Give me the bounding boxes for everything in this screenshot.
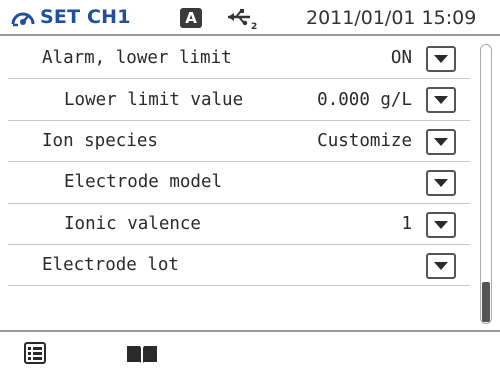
dropdown-button[interactable] bbox=[426, 211, 456, 238]
chevron-down-icon bbox=[434, 96, 448, 105]
setting-label: Lower limit value bbox=[64, 89, 244, 110]
setting-row-lower-limit-value[interactable]: Lower limit value 0.000 g/L bbox=[8, 79, 470, 121]
setting-label: Alarm, lower limit bbox=[42, 48, 232, 69]
manual-book-icon[interactable] bbox=[126, 344, 158, 364]
setting-label: Ionic valence bbox=[64, 213, 201, 234]
setting-value: ON bbox=[390, 48, 412, 69]
setting-row-electrode-model[interactable]: Electrode model bbox=[8, 162, 470, 204]
setting-label: Electrode model bbox=[64, 172, 223, 193]
dropdown-button[interactable] bbox=[426, 170, 456, 197]
datetime-display: 2011/01/01 15:09 bbox=[306, 7, 477, 29]
chevron-down-icon bbox=[434, 137, 448, 146]
setting-row-alarm-lower-limit[interactable]: Alarm, lower limit ON bbox=[8, 38, 470, 80]
setting-row-ionic-valence[interactable]: Ionic valence 1 bbox=[8, 204, 470, 245]
setting-value: 1 bbox=[401, 213, 412, 234]
setting-label: Ion species bbox=[42, 130, 158, 151]
status-badge: A bbox=[180, 8, 202, 28]
chevron-down-icon bbox=[434, 179, 448, 188]
usb-icon: 2 bbox=[228, 9, 257, 30]
setting-row-electrode-lot[interactable]: Electrode lot bbox=[8, 245, 470, 287]
setting-value: 0.000 g/L bbox=[317, 89, 412, 110]
scrollbar[interactable] bbox=[480, 44, 492, 324]
setting-row-ion-species[interactable]: Ion species Customize bbox=[8, 121, 470, 163]
settings-list: Alarm, lower limit ON Lower limit value … bbox=[8, 38, 470, 328]
svg-text:2: 2 bbox=[251, 22, 257, 30]
dropdown-button[interactable] bbox=[426, 46, 456, 72]
setting-label: Electrode lot bbox=[42, 255, 179, 276]
chevron-down-icon bbox=[434, 55, 448, 63]
setting-value: Customize bbox=[317, 130, 412, 151]
chevron-down-icon bbox=[434, 220, 448, 229]
scrollbar-thumb[interactable] bbox=[482, 282, 490, 322]
menu-list-icon[interactable] bbox=[24, 342, 46, 364]
dropdown-button[interactable] bbox=[426, 252, 456, 279]
settings-screen: SET CH1 A 2 2011/01/01 15:09 Alarm, lowe… bbox=[0, 0, 500, 372]
chevron-down-icon bbox=[434, 261, 448, 270]
header-bar: SET CH1 A 2 2011/01/01 15:09 bbox=[0, 0, 500, 36]
dropdown-button[interactable] bbox=[426, 128, 456, 155]
channel-dial-icon bbox=[11, 12, 35, 27]
footer-bar bbox=[0, 330, 500, 372]
dropdown-button[interactable] bbox=[426, 87, 456, 114]
page-title: SET CH1 bbox=[40, 6, 131, 28]
